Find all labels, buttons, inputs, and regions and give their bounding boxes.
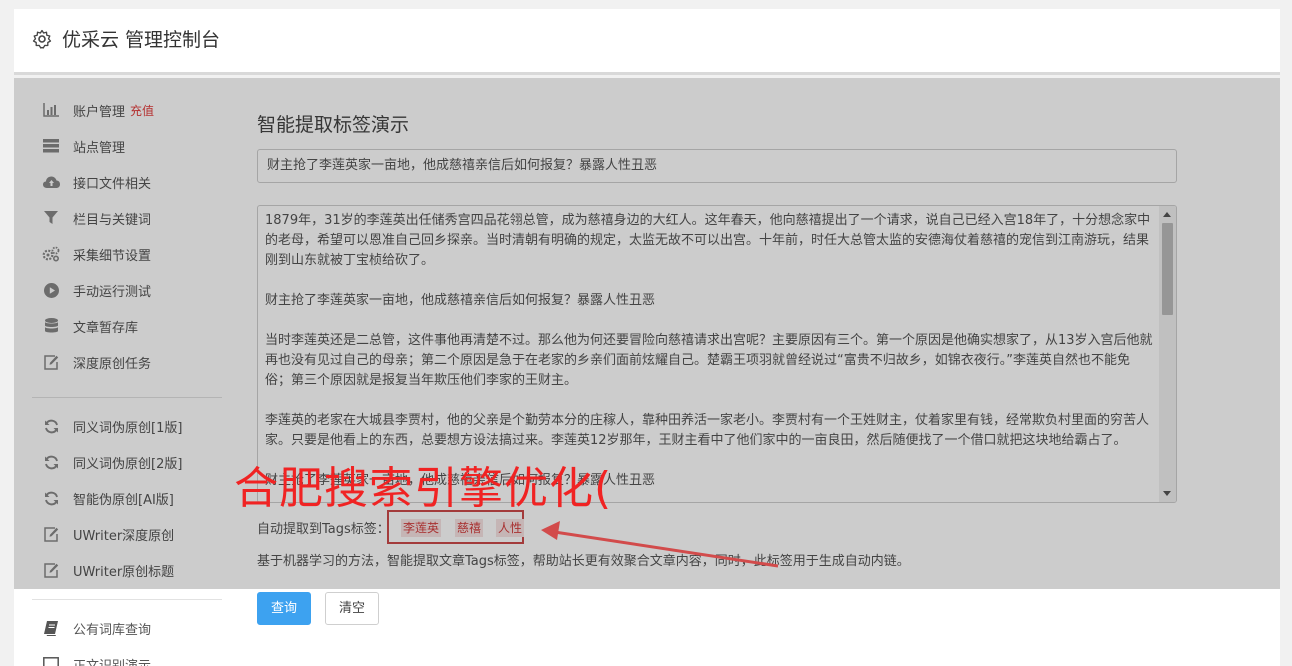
sidebar-item-label: UWriter原创标题 xyxy=(73,564,175,580)
watermark-text: 合肥搜索引擎优化( xyxy=(234,463,613,514)
tag-chip[interactable]: 人性 xyxy=(496,519,525,537)
sidebar-item-synonym-v2[interactable]: 同义词伪原创[2版] xyxy=(32,450,222,474)
sidebar-divider xyxy=(32,397,222,398)
sidebar-item-label: 接口文件相关 xyxy=(73,176,152,192)
sidebar-item-label: 站点管理 xyxy=(73,140,126,156)
textarea-scrollbar[interactable] xyxy=(1159,206,1176,502)
edit-icon xyxy=(42,525,60,543)
sidebar-item-sites[interactable]: 站点管理 xyxy=(32,134,222,158)
sidebar-divider xyxy=(32,599,222,600)
sidebar-item-label: 深度原创任务 xyxy=(73,356,152,372)
scrollbar-thumb[interactable] xyxy=(1162,223,1173,315)
gears-icon xyxy=(42,245,60,263)
edit-icon xyxy=(42,561,60,579)
top-header: 优采云 管理控制台 xyxy=(14,9,1280,75)
refresh-icon xyxy=(42,489,60,507)
gear-icon xyxy=(32,29,52,49)
sidebar-item-text-recognition[interactable]: 正文识别演示 xyxy=(32,652,222,666)
edit-icon xyxy=(42,353,60,371)
body-paragraph: 1879年，31岁的李莲英出任储秀宫四品花翎总管，成为慈禧身边的大红人。这年春天… xyxy=(265,213,1151,268)
cloud-upload-icon xyxy=(42,173,60,191)
sidebar-item-label: 栏目与关键词 xyxy=(73,212,152,228)
sidebar-item-label: 采集细节设置 xyxy=(73,248,152,264)
sidebar-item-label: 公有词库查询 xyxy=(73,622,152,638)
app-title: 优采云 管理控制台 xyxy=(62,29,221,51)
sidebar-item-label: 正文识别演示 xyxy=(73,658,152,666)
tag-chip[interactable]: 李莲英 xyxy=(401,519,442,537)
body-paragraph: 财主抢了李莲英家一亩地，他成慈禧亲信后如何报复？暴露人性丑恶 xyxy=(265,293,656,308)
hint-text: 基于机器学习的方法，智能提取文章Tags标签，帮助站长更有效聚合文章内容，同时，… xyxy=(257,554,910,569)
play-circle-icon xyxy=(42,281,60,299)
sidebar-item-public-lexicon[interactable]: 公有词库查询 xyxy=(32,616,222,640)
sidebar-item-article-storage[interactable]: 文章暂存库 xyxy=(32,314,222,338)
refresh-icon xyxy=(42,453,60,471)
sidebar-item-label: 智能伪原创[AI版] xyxy=(73,492,174,508)
book-icon xyxy=(42,619,60,637)
sidebar-item-manual-run[interactable]: 手动运行测试 xyxy=(32,278,222,302)
tags-label: 自动提取到Tags标签： xyxy=(257,521,390,537)
sidebar-item-interface-files[interactable]: 接口文件相关 xyxy=(32,170,222,194)
body-paragraph: 李莲英的老家在大城县李贾村，他的父亲是个勤劳本分的庄稼人，靠种田养活一家老小。李… xyxy=(265,413,1150,448)
bar-chart-icon xyxy=(42,101,60,119)
sidebar-item-label: 同义词伪原创[2版] xyxy=(73,456,183,472)
database-icon xyxy=(42,317,60,335)
sidebar-item-ai-rewrite[interactable]: 智能伪原创[AI版] xyxy=(32,486,222,510)
page-title: 智能提取标签演示 xyxy=(257,114,410,136)
tags-row: 自动提取到Tags标签： xyxy=(257,516,390,538)
body-paragraph: 当时李莲英还是二总管，这件事他再清楚不过。那么他为何还要冒险向慈禧请求出宫呢？主… xyxy=(265,333,1153,388)
sidebar-item-account[interactable]: 账户管理 充值 xyxy=(32,98,222,122)
recharge-badge[interactable]: 充值 xyxy=(130,102,154,119)
sidebar-item-deep-original[interactable]: 深度原创任务 xyxy=(32,350,222,374)
sidebar-item-uwriter-title[interactable]: UWriter原创标题 xyxy=(32,558,222,582)
sidebar-item-collect-settings[interactable]: 采集细节设置 xyxy=(32,242,222,266)
article-title-input[interactable]: 财主抢了李莲英家一亩地，他成慈禧亲信后如何报复？暴露人性丑恶 xyxy=(257,149,1177,183)
sidebar-item-label: UWriter深度原创 xyxy=(73,528,175,544)
sidebar-item-uwriter-deep[interactable]: UWriter深度原创 xyxy=(32,522,222,546)
sidebar-item-label: 手动运行测试 xyxy=(73,284,152,300)
filter-icon xyxy=(42,209,60,227)
sidebar-item-label: 账户管理 xyxy=(73,104,126,120)
main-panel: 账户管理 充值 站点管理 接口文件相关 栏目与关键词 采集细节设置 手动运行测试… xyxy=(14,78,1280,666)
sidebar-item-label: 同义词伪原创[1版] xyxy=(73,420,183,436)
scroll-up-arrow-icon[interactable] xyxy=(1163,212,1171,217)
tag-chip[interactable]: 慈禧 xyxy=(455,519,484,537)
clear-button[interactable]: 清空 xyxy=(325,592,379,625)
refresh-icon xyxy=(42,417,60,435)
content-area: 智能提取标签演示 财主抢了李莲英家一亩地，他成慈禧亲信后如何报复？暴露人性丑恶 … xyxy=(257,78,1257,666)
sidebar-item-synonym-v1[interactable]: 同义词伪原创[1版] xyxy=(32,414,222,438)
query-button[interactable]: 查询 xyxy=(257,592,311,625)
sidebar-item-columns-keywords[interactable]: 栏目与关键词 xyxy=(32,206,222,230)
scroll-down-arrow-icon[interactable] xyxy=(1163,491,1171,496)
sidebar-item-label: 文章暂存库 xyxy=(73,320,139,336)
server-icon xyxy=(42,137,60,155)
monitor-icon xyxy=(42,655,60,666)
